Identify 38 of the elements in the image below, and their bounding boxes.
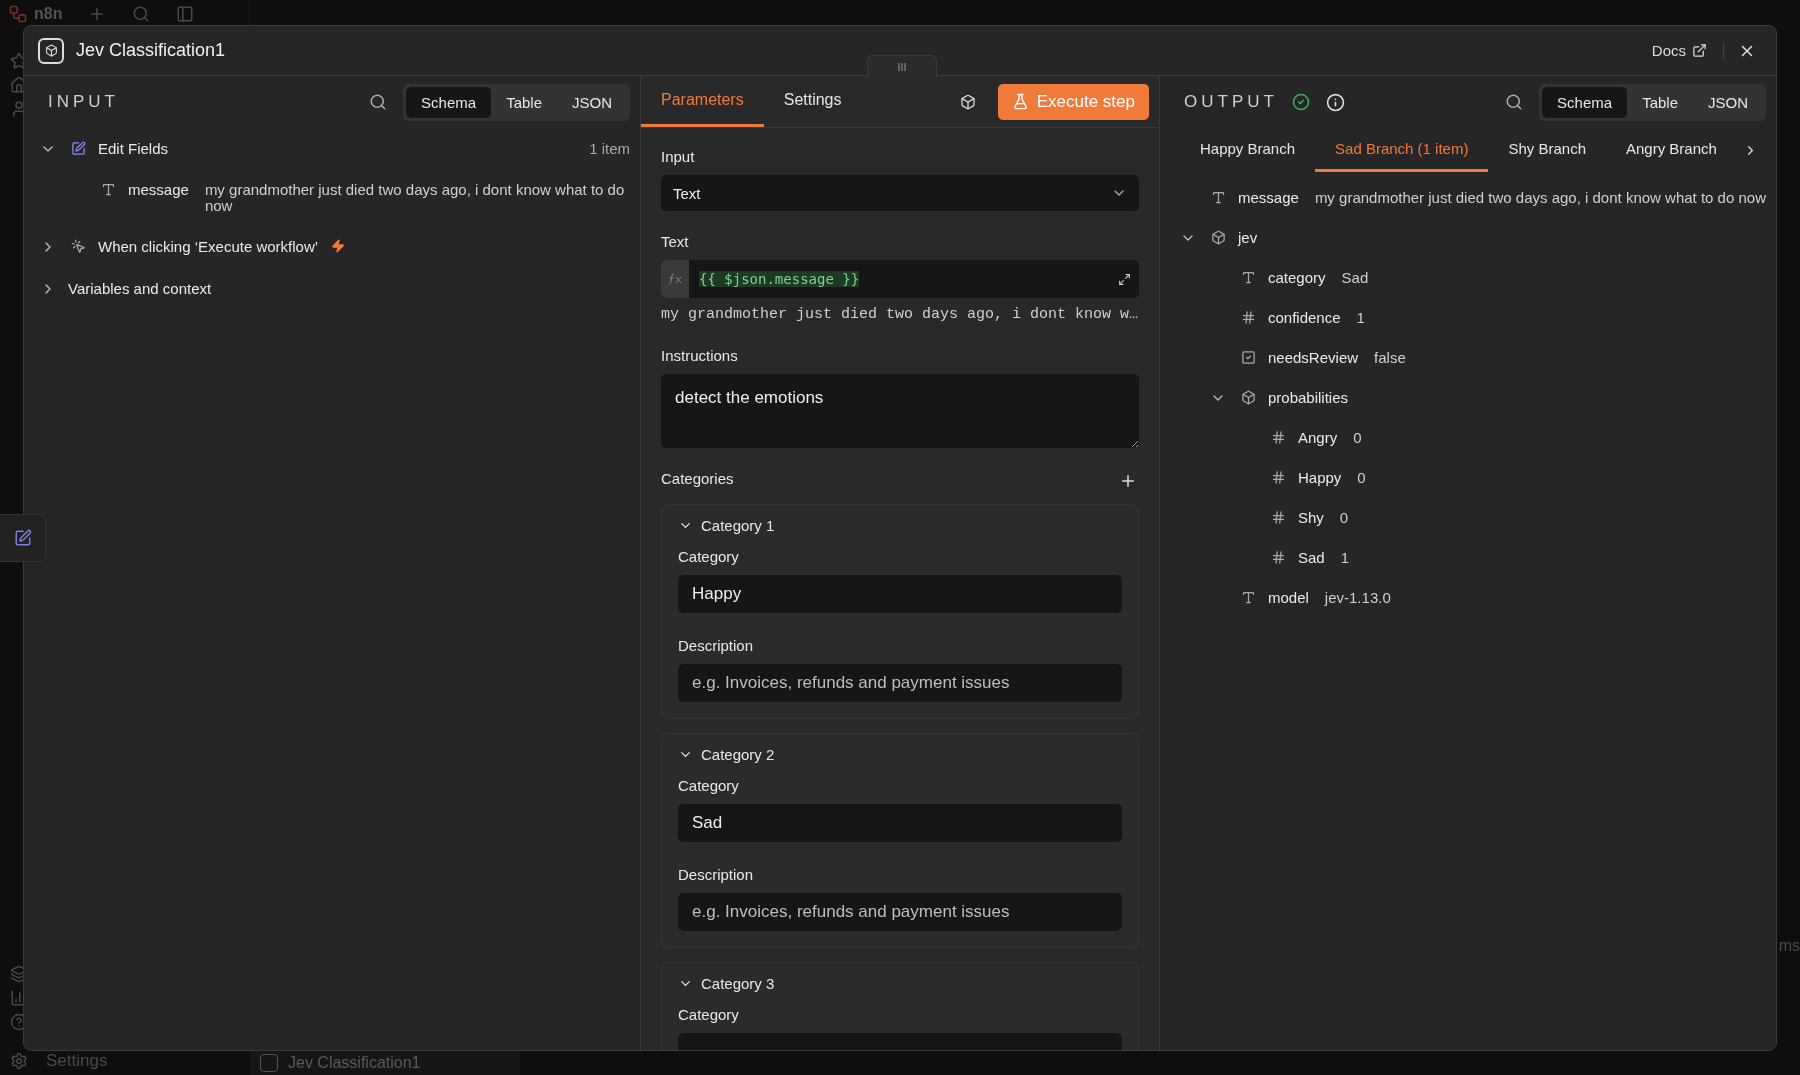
field-value: false <box>1374 350 1407 366</box>
field-value: my grandmother just died two days ago, i dont know what to do now <box>1314 190 1766 206</box>
expression-preview: my grandmother just died two days ago, i dont know w… <box>661 306 1139 323</box>
item-count: 1 item <box>589 141 630 157</box>
field-key: Happy <box>1298 470 1342 486</box>
field-key: Angry <box>1298 430 1338 446</box>
field-key: jev <box>1238 230 1258 246</box>
field-value: 0 <box>1353 430 1363 446</box>
field-label: Category <box>678 1006 739 1023</box>
section-label: Categories <box>661 470 734 487</box>
app-name: n8n <box>34 5 63 23</box>
field-label: Text <box>661 233 689 250</box>
panel-heading: OUTPUT <box>1184 92 1278 112</box>
field-label: Description <box>678 637 754 654</box>
field-value: 0 <box>1339 510 1350 526</box>
field-key: Shy <box>1298 510 1324 526</box>
field-label: Instructions <box>661 347 738 364</box>
field-key: message <box>128 182 189 198</box>
field-value: Sad <box>1341 270 1370 286</box>
field-label: Input <box>661 148 695 165</box>
window-title: Jev Classification1 <box>76 40 227 61</box>
field-key: model <box>1268 590 1309 606</box>
field-value: 1 <box>1356 310 1366 326</box>
background-text: ms <box>1778 937 1800 955</box>
field-value: my grandmother just died two days ago, i dont know what to do now <box>204 182 626 214</box>
panel-heading: INPUT <box>48 92 119 112</box>
field-value: 0 <box>1357 470 1367 486</box>
field-label: Description <box>678 866 754 883</box>
field-value: 1 <box>1340 550 1351 566</box>
field-label: Category <box>678 777 739 794</box>
field-key: needsReview <box>1268 350 1359 366</box>
field-value: jev-1.13.0 <box>1324 590 1392 606</box>
field-key: category <box>1268 270 1326 286</box>
field-key: message <box>1238 190 1299 206</box>
field-key: Sad <box>1298 550 1325 566</box>
field-key: probabilities <box>1268 390 1349 406</box>
field-label: Category <box>678 548 739 565</box>
field-key: confidence <box>1268 310 1341 326</box>
